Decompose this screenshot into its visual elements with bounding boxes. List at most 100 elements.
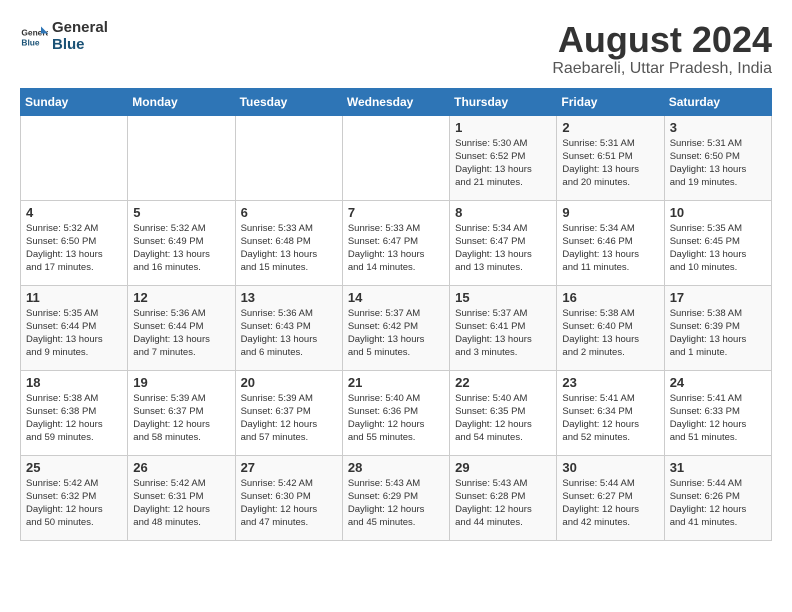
calendar-cell: 25Sunrise: 5:42 AM Sunset: 6:32 PM Dayli… — [21, 455, 128, 540]
day-number: 2 — [562, 120, 658, 135]
day-info: Sunrise: 5:44 AM Sunset: 6:27 PM Dayligh… — [562, 477, 658, 530]
day-info: Sunrise: 5:31 AM Sunset: 6:50 PM Dayligh… — [670, 137, 766, 190]
day-number: 26 — [133, 460, 229, 475]
day-info: Sunrise: 5:38 AM Sunset: 6:38 PM Dayligh… — [26, 392, 122, 445]
calendar-cell: 18 Sunrise: 5:38 AM Sunset: 6:38 PM Dayli… — [21, 370, 128, 455]
day-number: 23 — [562, 375, 658, 390]
day-number: 17 — [670, 290, 766, 305]
day-number: 18 — [26, 375, 122, 390]
calendar-week-row: 4Sunrise: 5:32 AM Sunset: 6:50 PM Daylig… — [21, 200, 772, 285]
calendar-week-row: 11Sunrise: 5:35 AM Sunset: 6:44 PM Dayli… — [21, 285, 772, 370]
calendar-cell: 14 Sunrise: 5:37 AM Sunset: 6:42 PM Dayli… — [342, 285, 449, 370]
day-info: Sunrise: 5:36 AM Sunset: 6:43 PM Dayligh… — [241, 307, 337, 360]
day-number: 12 — [133, 290, 229, 305]
day-info: Sunrise: 5:43 AM Sunset: 6:29 PM Dayligh… — [348, 477, 444, 530]
calendar-cell: 7 Sunrise: 5:33 AM Sunset: 6:47 PM Daylig… — [342, 200, 449, 285]
calendar-cell: 29Sunrise: 5:43 AM Sunset: 6:28 PM Dayli… — [450, 455, 557, 540]
day-number: 16 — [562, 290, 658, 305]
logo-general-text: General — [52, 20, 108, 37]
day-info: Sunrise: 5:37 AM Sunset: 6:42 PM Dayligh… — [348, 307, 444, 360]
day-info: Sunrise: 5:42 AM Sunset: 6:32 PM Dayligh… — [26, 477, 122, 530]
calendar-cell: 2 Sunrise: 5:31 AM Sunset: 6:51 PM Daylig… — [557, 115, 664, 200]
calendar-cell: 17Sunrise: 5:38 AM Sunset: 6:39 PM Dayli… — [664, 285, 771, 370]
day-info: Sunrise: 5:33 AM Sunset: 6:47 PM Dayligh… — [348, 222, 444, 275]
calendar-cell — [128, 115, 235, 200]
day-info: Sunrise: 5:40 AM Sunset: 6:36 PM Dayligh… — [348, 392, 444, 445]
day-info: Sunrise: 5:41 AM Sunset: 6:34 PM Dayligh… — [562, 392, 658, 445]
weekday-header: Saturday — [664, 88, 771, 115]
logo-icon: General Blue — [20, 23, 48, 51]
day-number: 9 — [562, 205, 658, 220]
day-info: Sunrise: 5:39 AM Sunset: 6:37 PM Dayligh… — [133, 392, 229, 445]
calendar-cell — [235, 115, 342, 200]
day-info: Sunrise: 5:33 AM Sunset: 6:48 PM Dayligh… — [241, 222, 337, 275]
weekday-header: Sunday — [21, 88, 128, 115]
calendar-cell: 8Sunrise: 5:34 AM Sunset: 6:47 PM Daylig… — [450, 200, 557, 285]
weekday-header-row: SundayMondayTuesdayWednesdayThursdayFrid… — [21, 88, 772, 115]
day-info: Sunrise: 5:44 AM Sunset: 6:26 PM Dayligh… — [670, 477, 766, 530]
day-number: 21 — [348, 375, 444, 390]
day-info: Sunrise: 5:42 AM Sunset: 6:30 PM Dayligh… — [241, 477, 337, 530]
day-number: 6 — [241, 205, 337, 220]
calendar-cell — [21, 115, 128, 200]
calendar-cell: 19 Sunrise: 5:39 AM Sunset: 6:37 PM Dayli… — [128, 370, 235, 455]
logo: General Blue General Blue — [20, 20, 108, 53]
calendar-cell: 4Sunrise: 5:32 AM Sunset: 6:50 PM Daylig… — [21, 200, 128, 285]
calendar-cell: 16 Sunrise: 5:38 AM Sunset: 6:40 PM Dayli… — [557, 285, 664, 370]
day-number: 14 — [348, 290, 444, 305]
weekday-header: Thursday — [450, 88, 557, 115]
weekday-header: Friday — [557, 88, 664, 115]
day-info: Sunrise: 5:35 AM Sunset: 6:45 PM Dayligh… — [670, 222, 766, 275]
day-info: Sunrise: 5:35 AM Sunset: 6:44 PM Dayligh… — [26, 307, 122, 360]
calendar-cell: 21 Sunrise: 5:40 AM Sunset: 6:36 PM Dayli… — [342, 370, 449, 455]
weekday-header: Wednesday — [342, 88, 449, 115]
logo-blue-text: Blue — [52, 37, 108, 54]
day-number: 19 — [133, 375, 229, 390]
weekday-header: Monday — [128, 88, 235, 115]
day-info: Sunrise: 5:41 AM Sunset: 6:33 PM Dayligh… — [670, 392, 766, 445]
calendar-cell: 10 Sunrise: 5:35 AM Sunset: 6:45 PM Dayli… — [664, 200, 771, 285]
calendar-cell: 15Sunrise: 5:37 AM Sunset: 6:41 PM Dayli… — [450, 285, 557, 370]
day-number: 10 — [670, 205, 766, 220]
calendar-cell: 27 Sunrise: 5:42 AM Sunset: 6:30 PM Dayli… — [235, 455, 342, 540]
calendar-cell: 23 Sunrise: 5:41 AM Sunset: 6:34 PM Dayli… — [557, 370, 664, 455]
calendar-cell: 30Sunrise: 5:44 AM Sunset: 6:27 PM Dayli… — [557, 455, 664, 540]
day-number: 13 — [241, 290, 337, 305]
calendar-cell: 20Sunrise: 5:39 AM Sunset: 6:37 PM Dayli… — [235, 370, 342, 455]
day-info: Sunrise: 5:32 AM Sunset: 6:49 PM Dayligh… — [133, 222, 229, 275]
day-number: 1 — [455, 120, 551, 135]
day-number: 31 — [670, 460, 766, 475]
day-info: Sunrise: 5:30 AM Sunset: 6:52 PM Dayligh… — [455, 137, 551, 190]
calendar-cell: 31 Sunrise: 5:44 AM Sunset: 6:26 PM Dayli… — [664, 455, 771, 540]
day-info: Sunrise: 5:34 AM Sunset: 6:46 PM Dayligh… — [562, 222, 658, 275]
svg-text:Blue: Blue — [21, 37, 39, 47]
day-number: 24 — [670, 375, 766, 390]
calendar-cell: 28Sunrise: 5:43 AM Sunset: 6:29 PM Dayli… — [342, 455, 449, 540]
calendar-cell: 26Sunrise: 5:42 AM Sunset: 6:31 PM Dayli… — [128, 455, 235, 540]
calendar-cell: 24 Sunrise: 5:41 AM Sunset: 6:33 PM Dayli… — [664, 370, 771, 455]
day-info: Sunrise: 5:34 AM Sunset: 6:47 PM Dayligh… — [455, 222, 551, 275]
day-info: Sunrise: 5:37 AM Sunset: 6:41 PM Dayligh… — [455, 307, 551, 360]
weekday-header: Tuesday — [235, 88, 342, 115]
calendar-table: SundayMondayTuesdayWednesdayThursdayFrid… — [20, 88, 772, 541]
calendar-cell: 5Sunrise: 5:32 AM Sunset: 6:49 PM Daylig… — [128, 200, 235, 285]
day-number: 27 — [241, 460, 337, 475]
location-subtitle: Raebareli, Uttar Pradesh, India — [552, 60, 772, 78]
page-header: General Blue General Blue August 2024 Ra… — [20, 20, 772, 78]
day-info: Sunrise: 5:31 AM Sunset: 6:51 PM Dayligh… — [562, 137, 658, 190]
day-number: 29 — [455, 460, 551, 475]
day-number: 7 — [348, 205, 444, 220]
day-info: Sunrise: 5:38 AM Sunset: 6:40 PM Dayligh… — [562, 307, 658, 360]
calendar-cell: 1 Sunrise: 5:30 AM Sunset: 6:52 PM Daylig… — [450, 115, 557, 200]
day-info: Sunrise: 5:40 AM Sunset: 6:35 PM Dayligh… — [455, 392, 551, 445]
calendar-week-row: 18 Sunrise: 5:38 AM Sunset: 6:38 PM Dayli… — [21, 370, 772, 455]
calendar-week-row: 25Sunrise: 5:42 AM Sunset: 6:32 PM Dayli… — [21, 455, 772, 540]
day-number: 22 — [455, 375, 551, 390]
calendar-cell: 12Sunrise: 5:36 AM Sunset: 6:44 PM Dayli… — [128, 285, 235, 370]
day-number: 3 — [670, 120, 766, 135]
calendar-cell: 3 Sunrise: 5:31 AM Sunset: 6:50 PM Daylig… — [664, 115, 771, 200]
calendar-cell: 6 Sunrise: 5:33 AM Sunset: 6:48 PM Daylig… — [235, 200, 342, 285]
day-number: 20 — [241, 375, 337, 390]
calendar-cell: 9 Sunrise: 5:34 AM Sunset: 6:46 PM Daylig… — [557, 200, 664, 285]
calendar-cell: 22 Sunrise: 5:40 AM Sunset: 6:35 PM Dayli… — [450, 370, 557, 455]
